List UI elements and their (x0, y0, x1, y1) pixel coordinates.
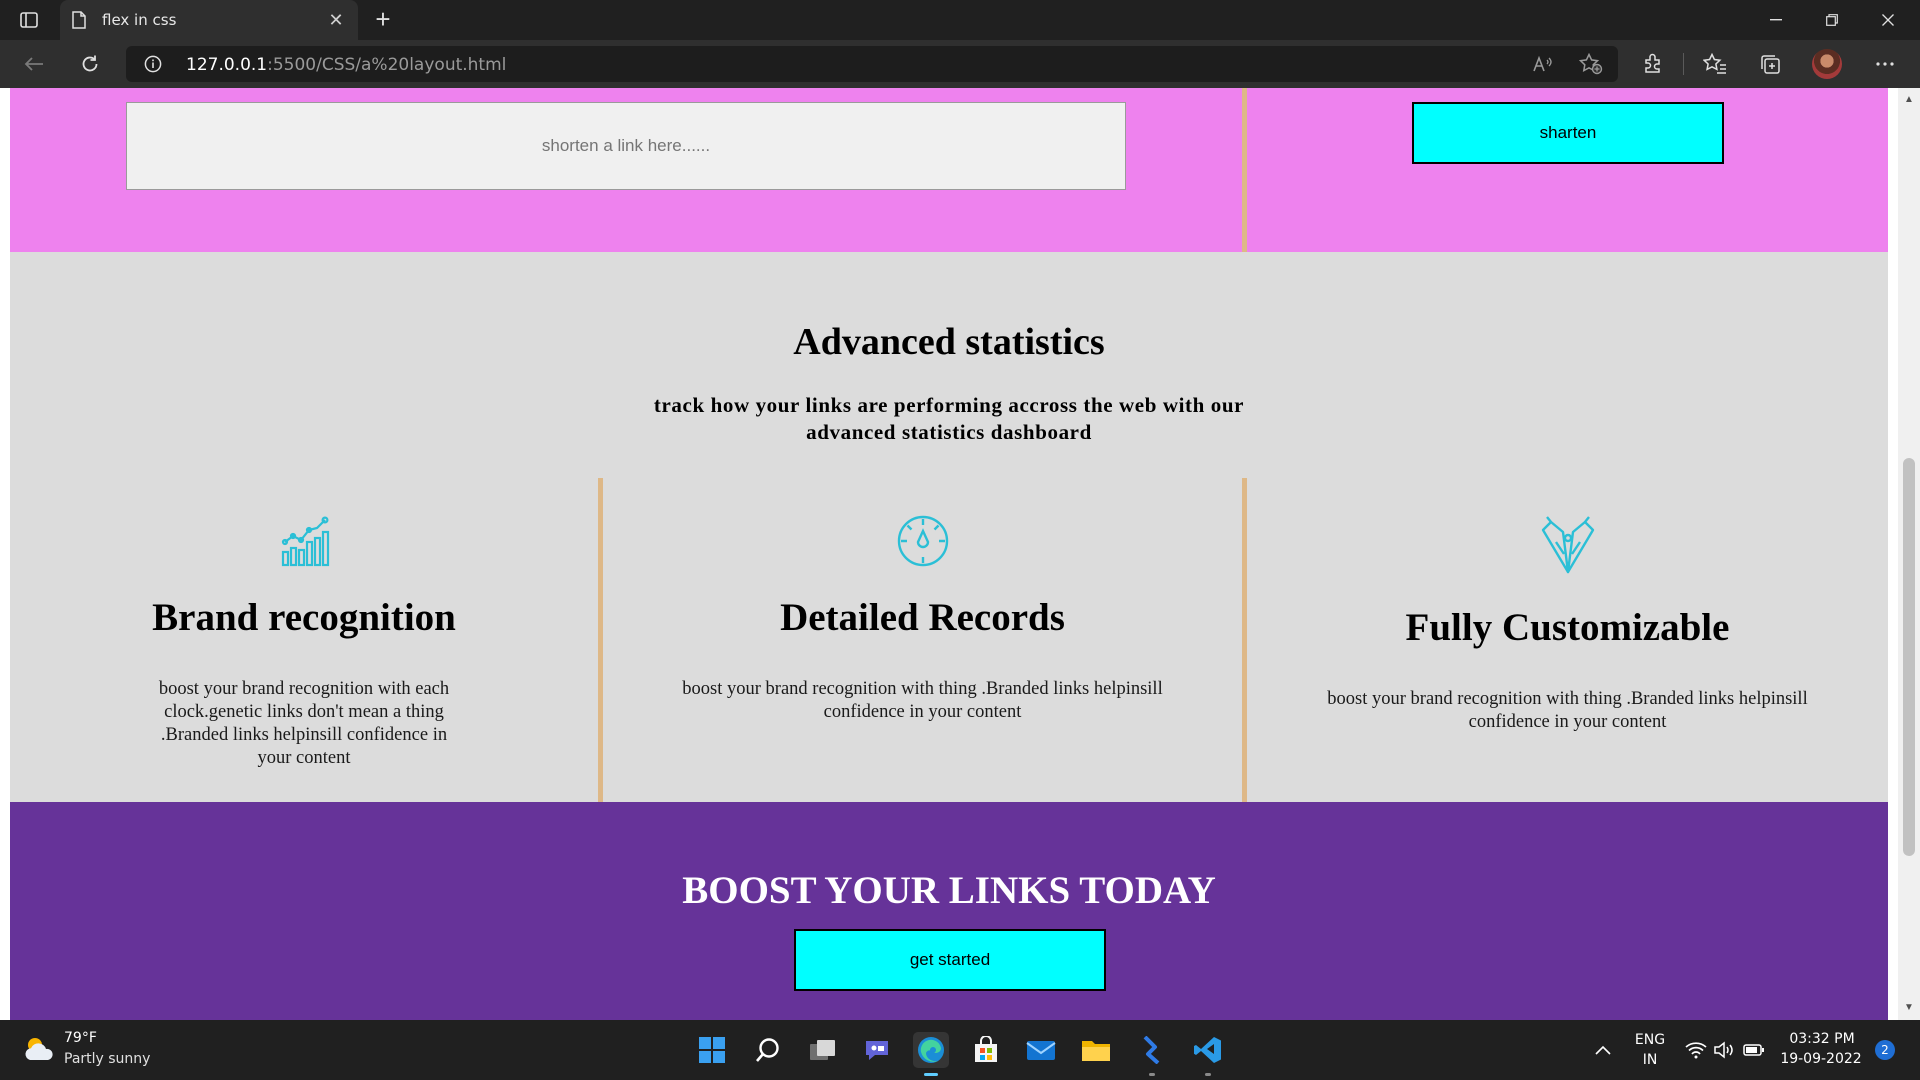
chat-icon[interactable] (859, 1032, 895, 1068)
profile-avatar[interactable] (1812, 49, 1842, 79)
read-aloud-icon[interactable] (1528, 49, 1558, 79)
file-explorer-icon[interactable] (1078, 1032, 1114, 1068)
notification-badge[interactable]: 2 (1875, 1040, 1895, 1060)
language-indicator[interactable]: ENG (1628, 1032, 1672, 1048)
new-tab-button[interactable]: + (368, 5, 398, 35)
partly-sunny-icon[interactable] (22, 1032, 56, 1066)
show-hidden-icons-icon[interactable] (1588, 1032, 1618, 1068)
extensions-icon[interactable] (1638, 49, 1668, 79)
toolbar-divider (1683, 53, 1684, 75)
card-title: Fully Customizable (1405, 606, 1730, 649)
power-automate-icon[interactable] (1134, 1032, 1170, 1076)
collections-icon[interactable] (1755, 49, 1785, 79)
shorten-link-input[interactable] (126, 102, 1126, 190)
card-title: Brand recognition (152, 596, 456, 639)
refresh-icon[interactable] (74, 49, 106, 79)
weather-temperature[interactable]: 79°F (64, 1030, 97, 1046)
close-window-icon[interactable] (1860, 0, 1916, 40)
browser-tab[interactable]: flex in css ✕ (60, 0, 358, 40)
section-divider (1242, 88, 1247, 252)
card-fully-customizable: Fully Customizable boost your brand reco… (1247, 478, 1888, 802)
add-favorite-icon[interactable] (1576, 49, 1606, 79)
start-icon[interactable] (694, 1032, 730, 1068)
get-started-button[interactable]: get started (794, 929, 1106, 991)
shorten-button[interactable]: sharten (1412, 102, 1724, 164)
browser-title-bar: flex in css ✕ + (0, 0, 1920, 40)
close-tab-icon[interactable]: ✕ (326, 10, 346, 31)
page-scrollbar[interactable]: ▲ ▼ (1898, 88, 1920, 1020)
edge-icon[interactable] (913, 1032, 949, 1076)
clock-date[interactable]: 19-09-2022 (1776, 1051, 1866, 1067)
more-options-icon[interactable] (1870, 49, 1900, 79)
boost-section: BOOST YOUR LINKS TODAY get started (10, 802, 1888, 1020)
scroll-thumb[interactable] (1903, 458, 1915, 856)
url-host: 127.0.0.1 (186, 55, 268, 75)
boost-title: BOOST YOUR LINKS TODAY (682, 869, 1216, 912)
store-icon[interactable] (968, 1032, 1004, 1068)
vscode-icon[interactable] (1190, 1032, 1226, 1076)
stats-title: Advanced statistics (793, 321, 1105, 363)
browser-toolbar: 127.0.0.1:5500/CSS/a%20layout.html (0, 40, 1920, 88)
url-text[interactable]: 127.0.0.1:5500/CSS/a%20layout.html (186, 55, 506, 75)
search-icon[interactable] (750, 1032, 786, 1068)
card-text: boost your brand recognition with each c… (158, 679, 450, 768)
language-region[interactable]: IN (1628, 1052, 1672, 1068)
task-view-icon[interactable] (805, 1032, 841, 1068)
restore-icon[interactable] (1804, 0, 1860, 40)
card-brand-recognition: Brand recognition boost your brand recog… (10, 478, 598, 802)
scroll-down-icon[interactable]: ▼ (1898, 1000, 1920, 1016)
advanced-statistics-section: Advanced statistics track how your links… (10, 252, 1888, 802)
address-bar[interactable]: 127.0.0.1:5500/CSS/a%20layout.html (126, 46, 1618, 82)
running-app-indicator (1205, 1073, 1211, 1076)
stats-subtitle: track how your links are performing accr… (653, 393, 1245, 444)
page-viewport: sharten Advanced statistics track how yo… (0, 88, 1920, 1020)
bar-chart-icon (281, 516, 330, 567)
card-text: boost your brand recognition with thing … (1327, 689, 1808, 732)
volume-icon[interactable] (1710, 1032, 1738, 1068)
running-app-indicator (1149, 1073, 1155, 1076)
site-info-icon[interactable] (144, 55, 162, 73)
favorites-icon[interactable] (1700, 49, 1730, 79)
gauge-icon (897, 515, 948, 567)
scroll-up-icon[interactable]: ▲ (1898, 92, 1920, 108)
url-path: :5500/CSS/a%20layout.html (267, 55, 507, 75)
back-icon[interactable] (18, 49, 50, 79)
shorten-section: sharten (10, 88, 1888, 252)
card-text: boost your brand recognition with thing … (682, 679, 1163, 722)
windows-taskbar: 79°F Partly sunny ENG IN 03:32 PM 19-09-… (0, 1020, 1920, 1080)
card-title: Detailed Records (780, 596, 1065, 639)
active-app-indicator (924, 1073, 938, 1076)
brushes-icon (1541, 516, 1594, 574)
minimize-icon[interactable] (1748, 0, 1804, 40)
battery-icon[interactable] (1740, 1032, 1768, 1068)
weather-description[interactable]: Partly sunny (64, 1051, 150, 1067)
mail-icon[interactable] (1023, 1032, 1059, 1068)
tab-title: flex in css (102, 11, 177, 29)
wifi-icon[interactable] (1682, 1032, 1710, 1068)
document-icon (72, 11, 90, 29)
tab-actions-icon[interactable] (14, 8, 44, 32)
clock-time[interactable]: 03:32 PM (1780, 1031, 1864, 1047)
card-detailed-records: Detailed Records boost your brand recogn… (603, 478, 1242, 802)
